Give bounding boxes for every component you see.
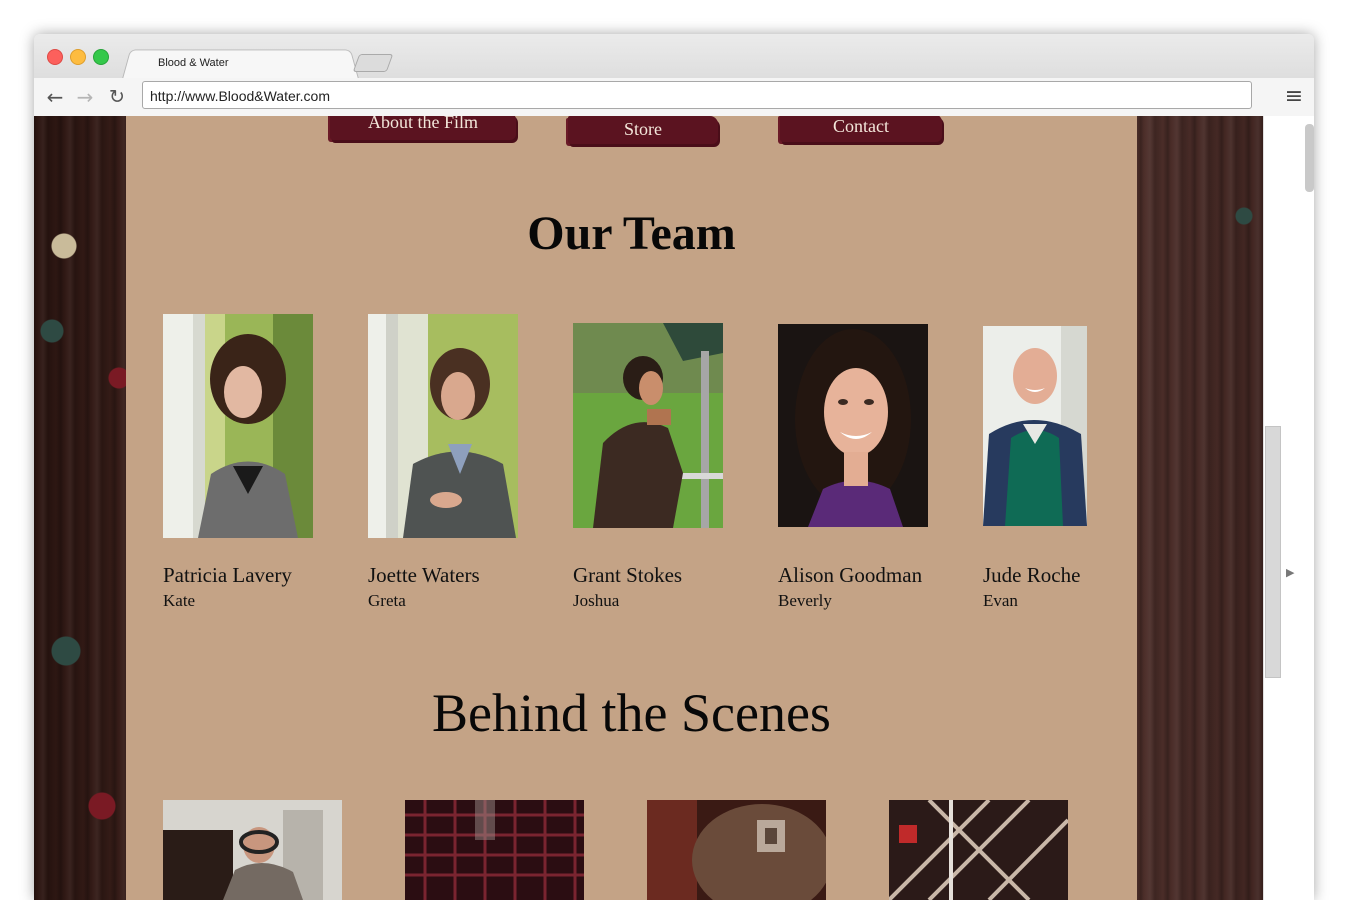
side-panel-handle[interactable] [1265, 426, 1281, 678]
back-arrow-icon[interactable]: ← [42, 84, 68, 110]
member-role: Kate [163, 591, 196, 610]
nav-contact[interactable]: Contact [780, 116, 942, 142]
member-photo-joette-waters[interactable] [368, 314, 518, 538]
bts-photo[interactable] [647, 800, 826, 900]
member-name: Jude Roche [983, 563, 1081, 587]
nav-store[interactable]: Store [568, 116, 718, 144]
title-bar: Blood & Water [34, 34, 1314, 79]
browser-window: Blood & Water ← → ↻ http://www.Blood&Wat… [34, 34, 1314, 900]
member-role: Joshua [573, 591, 620, 610]
panel-divider [1263, 116, 1264, 900]
nav-about-the-film[interactable]: About the Film [330, 116, 516, 140]
vine-decoration [34, 116, 126, 900]
member-role: Greta [368, 591, 406, 610]
hamburger-menu-icon[interactable]: ≡ [1282, 84, 1306, 110]
reload-icon[interactable]: ↻ [104, 84, 130, 110]
page-content: About the Film Store Contact Our Team Pa… [126, 116, 1137, 900]
bts-photo[interactable] [163, 800, 342, 900]
member-name: Alison Goodman [778, 563, 923, 587]
behind-the-scenes-heading: Behind the Scenes [432, 683, 831, 743]
zoom-window-button[interactable] [93, 49, 109, 65]
member-photo-patricia-lavery[interactable] [163, 314, 313, 538]
member-photo-jude-roche[interactable] [983, 326, 1087, 526]
bts-photo[interactable] [405, 800, 584, 900]
member-name: Grant Stokes [573, 563, 683, 587]
new-tab-button[interactable] [352, 54, 394, 72]
member-name: Joette Waters [368, 563, 480, 587]
expand-arrow-icon[interactable]: ▶ [1286, 566, 1294, 579]
member-role: Beverly [778, 591, 832, 610]
bts-photo[interactable] [889, 800, 1068, 900]
member-name: Patricia Lavery [163, 563, 292, 587]
close-window-button[interactable] [47, 49, 63, 65]
member-photo-alison-goodman[interactable] [778, 324, 928, 527]
tab-title[interactable]: Blood & Water [158, 57, 229, 69]
address-bar[interactable]: http://www.Blood&Water.com [142, 81, 1252, 109]
leaf-decoration [1234, 206, 1254, 226]
member-photo-grant-stokes[interactable] [573, 323, 723, 528]
member-role: Evan [983, 591, 1018, 610]
our-team-heading: Our Team [527, 207, 736, 260]
browser-toolbar: ← → ↻ http://www.Blood&Water.com ≡ [34, 78, 1314, 117]
page-viewport: About the Film Store Contact Our Team Pa… [34, 116, 1314, 900]
forward-arrow-icon[interactable]: → [72, 84, 98, 110]
minimize-window-button[interactable] [70, 49, 86, 65]
scrollbar-thumb[interactable] [1305, 124, 1314, 192]
